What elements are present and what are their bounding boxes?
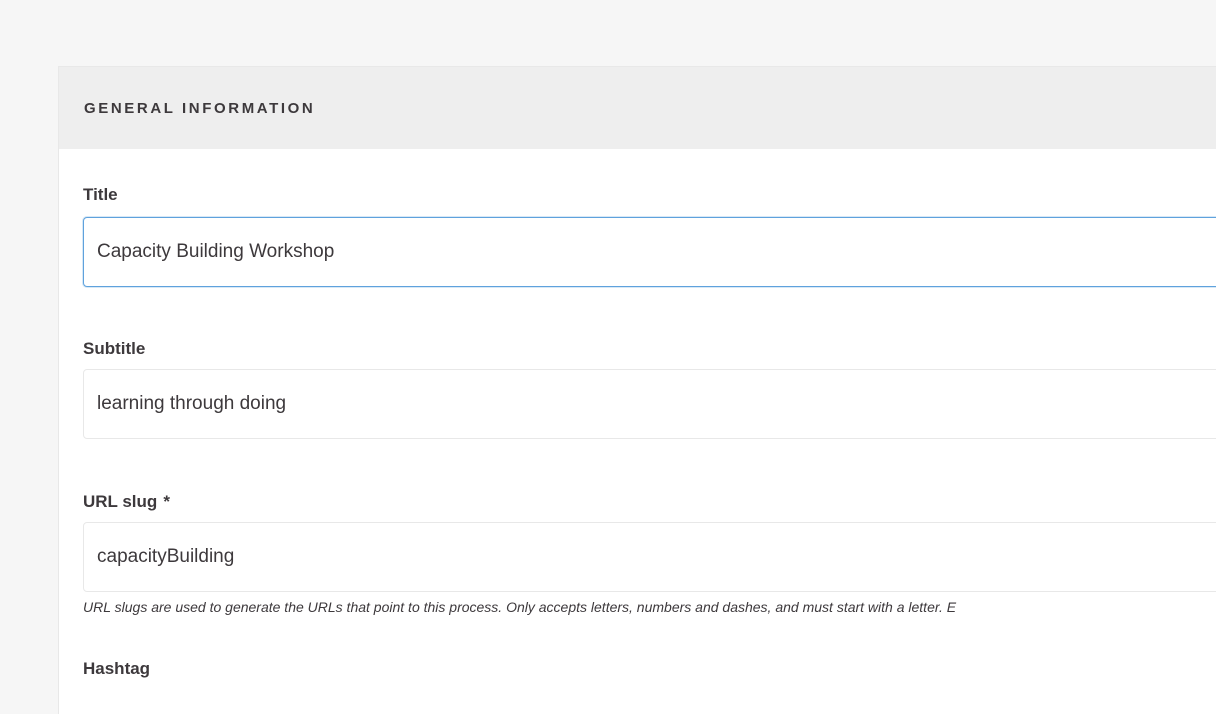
card-header: GENERAL INFORMATION xyxy=(59,67,1216,149)
subtitle-label: Subtitle xyxy=(83,339,146,358)
url-slug-label: URL slug * xyxy=(83,492,170,512)
page-left-edge xyxy=(0,0,10,714)
hashtag-label: Hashtag xyxy=(83,659,151,678)
title-label: Title xyxy=(83,185,118,204)
url-slug-label-text: URL slug xyxy=(83,492,158,511)
url-slug-help-text: URL slugs are used to generate the URLs … xyxy=(83,599,957,615)
required-marker: * xyxy=(163,492,170,511)
url-slug-input[interactable] xyxy=(83,522,1216,592)
section-title: GENERAL INFORMATION xyxy=(84,99,316,117)
general-information-card: GENERAL INFORMATION Title Subtitle URL s… xyxy=(58,66,1216,714)
title-input[interactable] xyxy=(83,217,1216,287)
subtitle-input[interactable] xyxy=(83,369,1216,439)
